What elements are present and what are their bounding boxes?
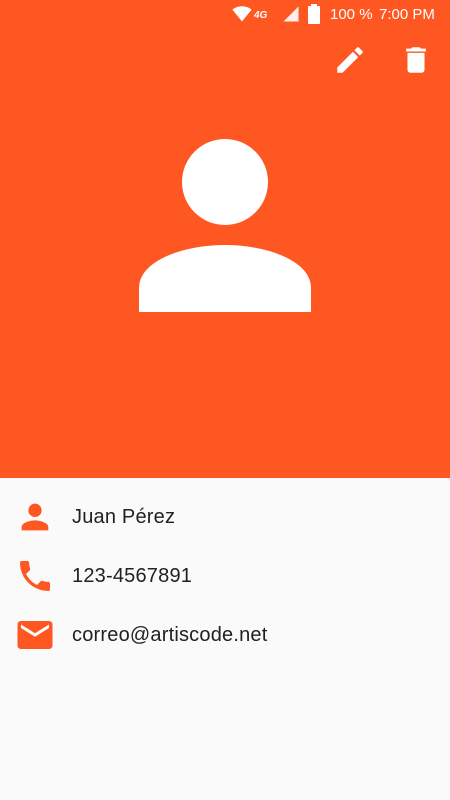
contact-header: 4G 100 % 7:00 PM: [0, 0, 450, 478]
person-icon: [139, 139, 311, 312]
phone-row[interactable]: 123-4567891: [0, 551, 450, 601]
email-icon: [14, 616, 56, 654]
wifi-icon: [232, 4, 252, 28]
email-row[interactable]: correo@artiscode.net: [0, 610, 450, 660]
person-icon: [14, 498, 56, 536]
contact-name: Juan Pérez: [72, 506, 176, 528]
status-bar: 4G 100 % 7:00 PM: [0, 0, 450, 30]
edit-icon: [333, 43, 367, 82]
contact-detail-screen: 4G 100 % 7:00 PM Juan Pérez 123-4567891 …: [0, 0, 450, 800]
delete-button[interactable]: [398, 44, 434, 80]
contact-avatar: [137, 138, 313, 314]
battery-level: 100 %: [330, 6, 373, 23]
edit-button[interactable]: [332, 44, 368, 80]
clock: 7:00 PM: [379, 6, 435, 23]
phone-icon: [14, 557, 56, 595]
network-type-label: 4G: [254, 10, 268, 21]
contact-phone: 123-4567891: [72, 565, 193, 587]
battery-icon: [308, 4, 320, 28]
delete-icon: [399, 43, 433, 82]
signal-icon: [282, 4, 300, 28]
contact-email: correo@artiscode.net: [72, 624, 268, 646]
name-row[interactable]: Juan Pérez: [0, 492, 450, 542]
